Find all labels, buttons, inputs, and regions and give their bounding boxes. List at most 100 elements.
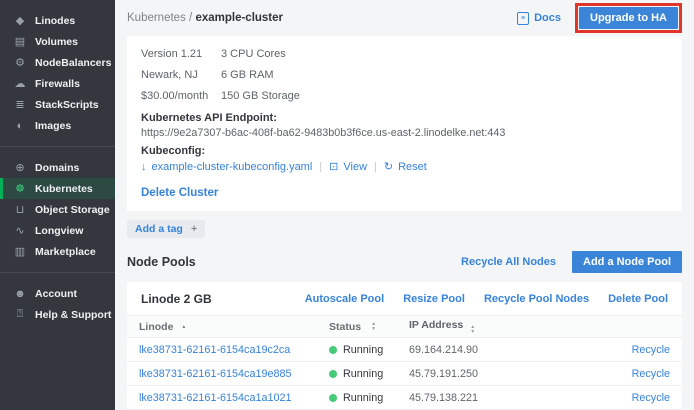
linodes-icon: ◆ (13, 14, 27, 27)
cluster-storage: 150 GB Storage (221, 90, 300, 102)
sidebar-item-label: Firewalls (35, 78, 80, 90)
status-badge: Running (343, 344, 383, 356)
cluster-ram: 6 GB RAM (221, 69, 274, 81)
column-label: Status (329, 321, 361, 333)
column-header-ip[interactable]: IP Address ▲▼ (409, 319, 610, 334)
sidebar-item-stackscripts[interactable]: ≣ StackScripts (0, 94, 115, 115)
account-icon: ☻ (13, 288, 27, 300)
sidebar-item-nodebalancers[interactable]: ⚙ NodeBalancers (0, 52, 115, 73)
sidebar-item-firewalls[interactable]: ☁ Firewalls (0, 73, 115, 94)
reset-label: Reset (398, 161, 427, 173)
node-ip: 45.79.138.221 (409, 392, 610, 404)
sidebar-item-kubernetes[interactable]: ☸ Kubernetes (0, 178, 115, 199)
cluster-region: Newark, NJ (141, 69, 221, 81)
add-tag-button[interactable]: Add a tag + (127, 220, 205, 238)
node-link[interactable]: lke38731-62161-6154ca19e885 (139, 368, 292, 380)
reset-icon: ↻ (384, 162, 393, 173)
summary-row: Version 1.21 3 CPU Cores (141, 43, 668, 64)
download-icon: ↓ (141, 162, 147, 173)
recycle-node-link[interactable]: Recycle (632, 368, 670, 380)
help-icon: ⍰ (13, 308, 27, 321)
recycle-node-link[interactable]: Recycle (632, 392, 670, 404)
node-pools-bar: Node Pools Recycle All Nodes Add a Node … (127, 251, 682, 273)
sidebar-item-images[interactable]: ◐ Images (0, 115, 115, 136)
kubeconfig-filename: example-cluster-kubeconfig.yaml (152, 161, 313, 173)
divider: | (374, 161, 377, 173)
column-header-linode[interactable]: Linode ▲ (139, 321, 329, 333)
autoscale-pool-link[interactable]: Autoscale Pool (305, 293, 384, 305)
add-node-pool-button[interactable]: Add a Node Pool (572, 251, 682, 273)
sidebar-item-object-storage[interactable]: ⊔ Object Storage (0, 199, 115, 220)
status-badge: Running (343, 392, 383, 404)
top-actions: ≡ Docs Upgrade to HA (517, 3, 682, 33)
kubeconfig-reset-link[interactable]: ↻ Reset (384, 161, 427, 173)
summary-row: $30.00/month 150 GB Storage (141, 85, 668, 106)
breadcrumb-kubernetes-link[interactable]: Kubernetes (127, 12, 186, 24)
sidebar-item-linodes[interactable]: ◆ Linodes (0, 10, 115, 31)
table-row: lke38731-62161-6154ca19e885 Running 45.7… (127, 362, 682, 386)
top-bar: Kubernetes / example-cluster ≡ Docs Upgr… (127, 0, 682, 36)
sidebar-item-marketplace[interactable]: ▥ Marketplace (0, 241, 115, 262)
sidebar-item-label: Object Storage (35, 204, 110, 216)
breadcrumb-separator: / (189, 12, 192, 24)
object-storage-icon: ⊔ (13, 203, 27, 216)
kubeconfig-download-link[interactable]: ↓ example-cluster-kubeconfig.yaml (141, 161, 312, 173)
sidebar-item-label: Account (35, 288, 77, 300)
sidebar-group-services: ⊕ Domains ☸ Kubernetes ⊔ Object Storage … (0, 157, 115, 262)
firewalls-icon: ☁ (13, 77, 27, 90)
summary-row: Newark, NJ 6 GB RAM (141, 64, 668, 85)
node-ip: 69.164.214.90 (409, 344, 610, 356)
longview-icon: ∿ (13, 224, 27, 237)
sidebar-item-longview[interactable]: ∿ Longview (0, 220, 115, 241)
breadcrumb-current-cluster: example-cluster (195, 12, 283, 24)
sort-icon: ▲▼ (371, 322, 376, 331)
cluster-price: $30.00/month (141, 90, 221, 102)
node-ip: 45.79.191.250 (409, 368, 610, 380)
pool-actions: Autoscale Pool Resize Pool Recycle Pool … (305, 293, 668, 305)
recycle-all-nodes-link[interactable]: Recycle All Nodes (461, 256, 556, 268)
sidebar: ◆ Linodes ▤ Volumes ⚙ NodeBalancers ☁ Fi… (0, 0, 115, 410)
sidebar-item-label: Marketplace (35, 246, 96, 258)
volumes-icon: ▤ (13, 35, 27, 48)
kubernetes-icon: ☸ (13, 182, 27, 195)
node-pool-card: Linode 2 GB Autoscale Pool Resize Pool R… (127, 282, 682, 410)
api-endpoint-label: Kubernetes API Endpoint: (141, 112, 668, 124)
upgrade-to-ha-button[interactable]: Upgrade to HA (579, 7, 678, 29)
sidebar-item-account[interactable]: ☻ Account (0, 283, 115, 304)
table-row: lke38731-62161-6154ca1a1021 Running 45.7… (127, 386, 682, 410)
sidebar-item-help-support[interactable]: ⍰ Help & Support (0, 304, 115, 325)
sidebar-divider (0, 146, 115, 147)
table-row: lke38731-62161-6154ca19c2ca Running 69.1… (127, 338, 682, 362)
sort-icon: ▲▼ (470, 325, 475, 334)
sidebar-item-label: Linodes (35, 15, 75, 27)
column-header-status[interactable]: Status ▲▼ (329, 321, 409, 333)
column-label: IP Address (409, 319, 463, 331)
sidebar-group-account: ☻ Account ⍰ Help & Support (0, 283, 115, 325)
kubeconfig-view-link[interactable]: ⊡ View (329, 161, 367, 173)
annotation-highlight: Upgrade to HA (575, 3, 682, 33)
cluster-version: Version 1.21 (141, 48, 221, 60)
sidebar-divider (0, 272, 115, 273)
kubeconfig-label: Kubeconfig: (141, 145, 668, 157)
kubeconfig-actions: ↓ example-cluster-kubeconfig.yaml | ⊡ Vi… (141, 161, 668, 173)
docs-link[interactable]: ≡ Docs (517, 12, 561, 25)
sidebar-item-label: NodeBalancers (35, 57, 111, 69)
sort-asc-icon: ▲ (181, 324, 186, 330)
sidebar-item-domains[interactable]: ⊕ Domains (0, 157, 115, 178)
docs-label: Docs (534, 12, 561, 24)
node-link[interactable]: lke38731-62161-6154ca1a1021 (139, 392, 292, 404)
delete-pool-link[interactable]: Delete Pool (608, 293, 668, 305)
recycle-pool-nodes-link[interactable]: Recycle Pool Nodes (484, 293, 589, 305)
status-running-icon (329, 394, 337, 402)
delete-cluster-button[interactable]: Delete Cluster (141, 187, 668, 199)
sidebar-item-volumes[interactable]: ▤ Volumes (0, 31, 115, 52)
view-label: View (343, 161, 367, 173)
cluster-cpu: 3 CPU Cores (221, 48, 286, 60)
nodebalancers-icon: ⚙ (13, 56, 27, 69)
divider: | (319, 161, 322, 173)
node-link[interactable]: lke38731-62161-6154ca19c2ca (139, 344, 290, 356)
resize-pool-link[interactable]: Resize Pool (403, 293, 465, 305)
main-content: Kubernetes / example-cluster ≡ Docs Upgr… (115, 0, 694, 410)
recycle-node-link[interactable]: Recycle (632, 344, 670, 356)
status-badge: Running (343, 368, 383, 380)
